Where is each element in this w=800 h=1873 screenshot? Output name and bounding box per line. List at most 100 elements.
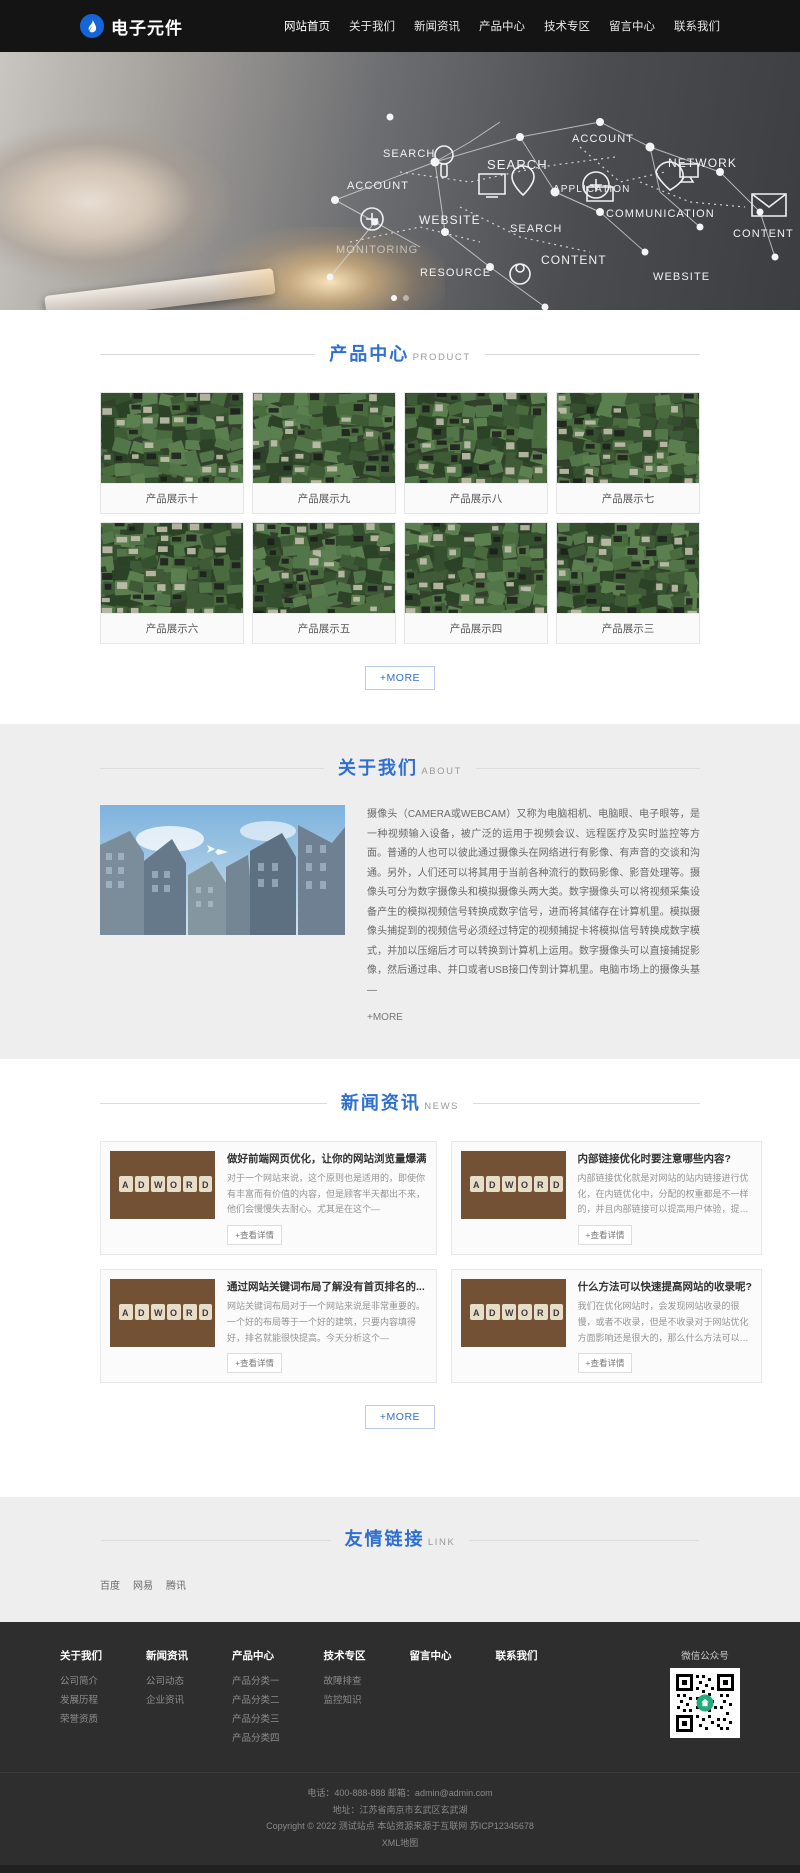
- hero-dot-2[interactable]: [403, 295, 409, 301]
- wechat-qr-code: [670, 1668, 740, 1738]
- svg-text:R: R: [186, 1180, 193, 1190]
- news-detail-button[interactable]: +查看详情: [578, 1353, 633, 1373]
- hero-dot-1[interactable]: [391, 295, 397, 301]
- svg-text:A: A: [473, 1308, 480, 1318]
- nav-item-message[interactable]: 留言中心: [609, 18, 655, 34]
- footer-link[interactable]: 发展历程: [60, 1691, 102, 1710]
- nav-item-products[interactable]: 产品中心: [479, 18, 525, 34]
- svg-text:R: R: [537, 1180, 544, 1190]
- footer-column-technology: 技术专区 故障排查 监控知识: [324, 1648, 366, 1748]
- product-image: [101, 523, 243, 613]
- product-card[interactable]: 产品展示四: [404, 522, 548, 644]
- nav-item-news[interactable]: 新闻资讯: [414, 18, 460, 34]
- svg-text:O: O: [170, 1180, 177, 1190]
- footer-column-title[interactable]: 联系我们: [496, 1648, 538, 1663]
- nav-item-about[interactable]: 关于我们: [349, 18, 395, 34]
- wechat-logo-icon: [697, 1694, 714, 1711]
- products-section-header: 产品中心 PRODUCT: [100, 344, 700, 366]
- svg-text:W: W: [505, 1180, 514, 1190]
- friendly-link-netease[interactable]: 网易: [133, 1577, 153, 1592]
- footer-column-title[interactable]: 产品中心: [232, 1648, 280, 1663]
- news-card[interactable]: ADW ORD 什么方法可以快速提高网站的收录呢? 我们在优化网站时，会发现网站…: [451, 1269, 762, 1383]
- product-caption: 产品展示三: [557, 613, 699, 643]
- product-card[interactable]: 产品展示五: [252, 522, 396, 644]
- svg-text:SEARCH: SEARCH: [383, 148, 435, 160]
- nav-item-home[interactable]: 网站首页: [284, 18, 330, 34]
- footer-link[interactable]: 产品分类一: [232, 1672, 280, 1691]
- links-title-cn: 友情链接: [345, 1529, 425, 1549]
- news-card[interactable]: ADW ORD 通过网站关键词布局了解没有首页排名的... 网站关键词布局对于一…: [100, 1269, 437, 1383]
- footer-link[interactable]: 监控知识: [324, 1691, 366, 1710]
- brand-logo[interactable]: 电子元件: [80, 14, 183, 39]
- about-image: [100, 805, 345, 935]
- pcb-pattern: [557, 523, 699, 613]
- product-card[interactable]: 产品展示七: [556, 392, 700, 514]
- svg-text:D: D: [138, 1180, 145, 1190]
- news-card[interactable]: ADW ORD 做好前端网页优化，让你的网站浏览量爆满 对于一个网站来说，这个原…: [100, 1141, 437, 1255]
- divider-right: [469, 1540, 699, 1541]
- product-image: [253, 393, 395, 483]
- products-more-button[interactable]: +MORE: [365, 666, 435, 690]
- footer-column-title[interactable]: 留言中心: [410, 1648, 452, 1663]
- site-header: 电子元件 网站首页 关于我们 新闻资讯 产品中心 技术专区 留言中心 联系我们: [0, 0, 800, 52]
- news-description: 我们在优化网站时，会发现网站收录的很慢，或者不收录，但是不收录对于网站优化方面影…: [578, 1299, 752, 1346]
- svg-text:R: R: [537, 1308, 544, 1318]
- footer-link[interactable]: 产品分类三: [232, 1710, 280, 1729]
- product-card[interactable]: 产品展示六: [100, 522, 244, 644]
- footer-column-about: 关于我们 公司简介 发展历程 荣誉资质: [60, 1648, 102, 1748]
- footer-link[interactable]: 荣誉资质: [60, 1710, 102, 1729]
- product-card[interactable]: 产品展示三: [556, 522, 700, 644]
- footer-link[interactable]: 公司简介: [60, 1672, 102, 1691]
- news-detail-button[interactable]: +查看详情: [227, 1225, 282, 1245]
- svg-text:O: O: [521, 1308, 528, 1318]
- footer-column-title[interactable]: 关于我们: [60, 1648, 102, 1663]
- brand-name: 电子元件: [111, 14, 183, 39]
- svg-text:SEARCH: SEARCH: [487, 157, 548, 172]
- product-caption: 产品展示九: [253, 483, 395, 513]
- footer-sitemap-link[interactable]: XML地图: [382, 1838, 419, 1848]
- product-card[interactable]: 产品展示八: [404, 392, 548, 514]
- svg-text:CONTENT: CONTENT: [733, 228, 794, 240]
- product-card[interactable]: 产品展示九: [252, 392, 396, 514]
- news-detail-button[interactable]: +查看详情: [227, 1353, 282, 1373]
- news-more-button[interactable]: +MORE: [365, 1405, 435, 1429]
- footer-link[interactable]: 产品分类二: [232, 1691, 280, 1710]
- products-title-cn: 产品中心: [329, 344, 409, 364]
- footer-column-title[interactable]: 技术专区: [324, 1648, 366, 1663]
- footer-contact-line: 电话：400-888-888 邮箱：admin@admin.com: [0, 1785, 800, 1802]
- friendly-link-tencent[interactable]: 腾讯: [166, 1577, 186, 1592]
- news-image: ADW ORD: [461, 1151, 566, 1219]
- product-caption: 产品展示五: [253, 613, 395, 643]
- svg-text:SEARCH: SEARCH: [510, 223, 562, 235]
- friendly-link-baidu[interactable]: 百度: [100, 1577, 120, 1592]
- news-image: ADW ORD: [110, 1279, 215, 1347]
- nav-item-contact[interactable]: 联系我们: [674, 18, 720, 34]
- footer-column-news: 新闻资讯 公司动态 企业资讯: [146, 1648, 188, 1748]
- nav-item-technology[interactable]: 技术专区: [544, 18, 590, 34]
- products-title-en: PRODUCT: [413, 352, 471, 363]
- product-image: [557, 523, 699, 613]
- news-title: 做好前端网页优化，让你的网站浏览量爆满: [227, 1151, 427, 1166]
- footer-link[interactable]: 公司动态: [146, 1672, 188, 1691]
- hero-network-graphic: SEARCH SEARCH ACCOUNT ACCOUNT NETWORK AP…: [0, 52, 800, 310]
- svg-text:D: D: [553, 1180, 560, 1190]
- news-image: ADW ORD: [110, 1151, 215, 1219]
- product-image: [101, 393, 243, 483]
- svg-text:D: D: [202, 1180, 209, 1190]
- news-card[interactable]: ADW ORD 内部链接优化时要注意哪些内容? 内部链接优化就是对网站的站内链接…: [451, 1141, 762, 1255]
- svg-text:D: D: [138, 1308, 145, 1318]
- footer-link[interactable]: 故障排查: [324, 1672, 366, 1691]
- footer-column-title[interactable]: 新闻资讯: [146, 1648, 188, 1663]
- footer-link[interactable]: 企业资讯: [146, 1691, 188, 1710]
- wechat-qr-caption: 微信公众号: [670, 1648, 740, 1662]
- news-detail-button[interactable]: +查看详情: [578, 1225, 633, 1245]
- pcb-pattern: [557, 393, 699, 483]
- footer-column-contact: 联系我们: [496, 1648, 538, 1748]
- svg-text:W: W: [154, 1180, 163, 1190]
- svg-text:CONTENT: CONTENT: [541, 253, 607, 267]
- about-section: 关于我们 ABOUT: [0, 724, 800, 1060]
- product-card[interactable]: 产品展示十: [100, 392, 244, 514]
- about-more-link[interactable]: +MORE: [367, 1012, 403, 1023]
- svg-text:A: A: [473, 1180, 480, 1190]
- footer-link[interactable]: 产品分类四: [232, 1729, 280, 1748]
